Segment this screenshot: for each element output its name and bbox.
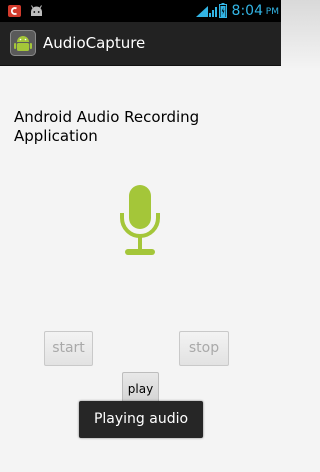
signal-icon xyxy=(209,7,217,17)
microphone-icon xyxy=(120,185,160,255)
wifi-icon xyxy=(196,6,208,17)
action-bar: AudioCapture xyxy=(0,22,281,66)
status-bar: 8:04 PM xyxy=(0,0,281,22)
status-ampm: PM xyxy=(265,7,279,17)
battery-icon xyxy=(219,3,227,18)
android-app-icon[interactable] xyxy=(10,30,36,56)
toast-message: Playing audio xyxy=(79,401,203,438)
stop-button[interactable]: stop xyxy=(179,331,229,366)
page-heading: Android Audio Recording Application xyxy=(14,108,200,145)
start-button[interactable]: start xyxy=(44,331,93,366)
app-title: AudioCapture xyxy=(43,34,146,52)
status-time: 8:04 xyxy=(231,3,263,19)
android-debug-icon xyxy=(31,5,42,16)
notification-icon xyxy=(8,5,21,17)
